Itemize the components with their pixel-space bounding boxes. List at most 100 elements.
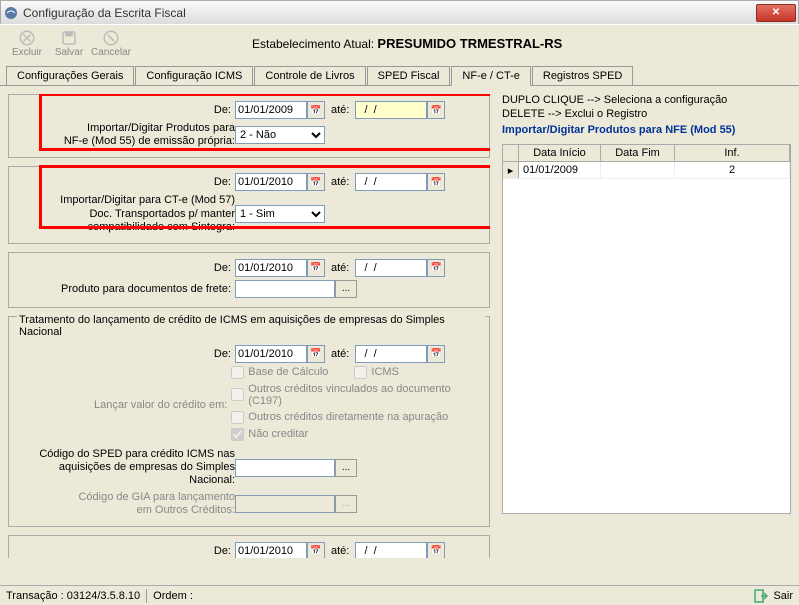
cb-icms-label: ICMS bbox=[371, 366, 399, 378]
section-credito-presumido: De: 📅 até: 📅 Usar crédito presumido de 7… bbox=[8, 535, 490, 558]
exit-icon bbox=[753, 588, 769, 604]
ate-label-1: até: bbox=[325, 104, 355, 116]
cb-nao-creditar-label: Não creditar bbox=[248, 428, 308, 440]
establishment-value: PRESUMIDO TRMESTRAL-RS bbox=[377, 36, 562, 51]
cb-base-calculo bbox=[231, 366, 244, 379]
statusbar: Transação : 03124/3.5.8.10 Ordem : Sair bbox=[0, 585, 799, 605]
hint-delete: DELETE --> Exclui o Registro bbox=[502, 108, 791, 120]
salvar-label: Salvar bbox=[55, 47, 83, 58]
left-panel: De: 📅 até: 📅 Importar/Digitar Produtos p… bbox=[8, 94, 490, 558]
ate-input-5[interactable] bbox=[355, 542, 427, 558]
calendar-icon[interactable]: 📅 bbox=[307, 345, 325, 363]
section-cte: De: 📅 até: 📅 Importar/Digitar para CT-e … bbox=[8, 166, 490, 244]
de-input-3[interactable] bbox=[235, 259, 307, 277]
tab-content: De: 📅 até: 📅 Importar/Digitar Produtos p… bbox=[0, 86, 799, 566]
sair-button[interactable]: Sair bbox=[753, 588, 793, 604]
window-title: Configuração da Escrita Fiscal bbox=[23, 6, 186, 20]
ate-input-3[interactable] bbox=[355, 259, 427, 277]
titlebar: Configuração da Escrita Fiscal ✕ bbox=[0, 0, 799, 24]
delete-icon bbox=[18, 29, 36, 47]
section2-select[interactable]: 1 - Sim bbox=[235, 205, 325, 223]
ate-input-2[interactable] bbox=[355, 173, 427, 191]
codigo-gia-input bbox=[235, 495, 335, 513]
ate-input-4[interactable] bbox=[355, 345, 427, 363]
de-label-3: De: bbox=[15, 262, 235, 274]
tab-controle-livros[interactable]: Controle de Livros bbox=[254, 66, 365, 85]
excluir-button[interactable]: Excluir bbox=[6, 29, 48, 58]
de-label-5: De: bbox=[15, 545, 235, 557]
tab-registros-sped[interactable]: Registros SPED bbox=[532, 66, 633, 85]
cb-base-calculo-label: Base de Cálculo bbox=[248, 366, 328, 378]
lancar-valor-label: Lançar valor do crédito em: bbox=[15, 399, 231, 411]
section-nfe-produtos: De: 📅 até: 📅 Importar/Digitar Produtos p… bbox=[8, 94, 490, 158]
de-label-2: De: bbox=[15, 176, 235, 188]
transacao-label: Transação : bbox=[6, 590, 64, 602]
cb-outros-apur bbox=[231, 411, 244, 424]
browse-button[interactable]: ... bbox=[335, 280, 357, 298]
cancelar-label: Cancelar bbox=[91, 47, 131, 58]
tab-sped-fiscal[interactable]: SPED Fiscal bbox=[367, 66, 451, 85]
cancel-icon bbox=[102, 29, 120, 47]
close-button[interactable]: ✕ bbox=[756, 4, 796, 22]
calendar-icon[interactable]: 📅 bbox=[427, 101, 445, 119]
grid-header-indicator bbox=[503, 145, 519, 161]
grid-header-data-inicio[interactable]: Data Início bbox=[519, 145, 601, 161]
cb-icms bbox=[354, 366, 367, 379]
codigo-sped-input[interactable] bbox=[235, 459, 335, 477]
ate-label-5: até: bbox=[325, 545, 355, 557]
ate-label-2: até: bbox=[325, 176, 355, 188]
excluir-label: Excluir bbox=[12, 47, 42, 58]
transacao-value: 03124/3.5.8.10 bbox=[67, 590, 140, 602]
section2-label: Importar/Digitar para CT-e (Mod 57)Doc. … bbox=[15, 194, 235, 234]
salvar-button[interactable]: Salvar bbox=[48, 29, 90, 58]
browse-button[interactable]: ... bbox=[335, 459, 357, 477]
calendar-icon[interactable]: 📅 bbox=[427, 345, 445, 363]
calendar-icon[interactable]: 📅 bbox=[427, 542, 445, 558]
de-label-1: De: bbox=[15, 104, 235, 116]
de-input-4[interactable] bbox=[235, 345, 307, 363]
codigo-gia-label: Código de GIA para lançamentoem Outros C… bbox=[15, 491, 235, 517]
de-input-1[interactable] bbox=[235, 101, 307, 119]
grid-header-data-fim[interactable]: Data Fim bbox=[601, 145, 675, 161]
calendar-icon[interactable]: 📅 bbox=[427, 259, 445, 277]
cb-outros-apur-label: Outros créditos diretamente na apuração bbox=[248, 411, 448, 423]
calendar-icon[interactable]: 📅 bbox=[307, 173, 325, 191]
calendar-icon[interactable]: 📅 bbox=[307, 542, 325, 558]
tab-config-gerais[interactable]: Configurações Gerais bbox=[6, 66, 134, 85]
tab-config-icms[interactable]: Configuração ICMS bbox=[135, 66, 253, 85]
cb-outros-doc bbox=[231, 388, 244, 401]
grid-cell-inf: 2 bbox=[675, 162, 790, 178]
calendar-icon[interactable]: 📅 bbox=[427, 173, 445, 191]
cb-outros-doc-label: Outros créditos vinculados ao documento … bbox=[248, 383, 483, 407]
codigo-sped-label: Código do SPED para crédito ICMS nasaqui… bbox=[15, 448, 235, 488]
toolbar: Excluir Salvar Cancelar Estabelecimento … bbox=[0, 24, 799, 62]
de-input-2[interactable] bbox=[235, 173, 307, 191]
ate-label-4: até: bbox=[325, 348, 355, 360]
grid-header-inf[interactable]: Inf. bbox=[675, 145, 790, 161]
section1-select[interactable]: 2 - Não bbox=[235, 126, 325, 144]
tab-strip: Configurações Gerais Configuração ICMS C… bbox=[0, 66, 799, 86]
ate-input-1[interactable] bbox=[355, 101, 427, 119]
calendar-icon[interactable]: 📅 bbox=[307, 101, 325, 119]
establishment-display: Estabelecimento Atual: PRESUMIDO TRMESTR… bbox=[252, 36, 562, 51]
fieldset-title: Tratamento do lançamento de crédito de I… bbox=[17, 314, 485, 338]
grid-cell-data-inicio: 01/01/2009 bbox=[519, 162, 601, 178]
right-panel: DUPLO CLIQUE --> Seleciona a configuraçã… bbox=[502, 94, 791, 558]
grid-header: Data Início Data Fim Inf. bbox=[503, 145, 790, 162]
section1-label: Importar/Digitar Produtos paraNF-e (Mod … bbox=[15, 122, 235, 148]
hint-duplo-clique: DUPLO CLIQUE --> Seleciona a configuraçã… bbox=[502, 94, 791, 106]
de-label-4: De: bbox=[15, 348, 235, 360]
grid-cell-data-fim bbox=[601, 162, 675, 178]
ate-label-3: até: bbox=[325, 262, 355, 274]
produto-frete-label: Produto para documentos de frete: bbox=[15, 283, 235, 295]
app-icon bbox=[3, 5, 19, 21]
browse-button: ... bbox=[335, 495, 357, 513]
cancelar-button[interactable]: Cancelar bbox=[90, 29, 132, 58]
section-frete: De: 📅 até: 📅 Produto para documentos de … bbox=[8, 252, 490, 308]
tab-nfe-cte[interactable]: NF-e / CT-e bbox=[451, 66, 530, 86]
calendar-icon[interactable]: 📅 bbox=[307, 259, 325, 277]
de-input-5[interactable] bbox=[235, 542, 307, 558]
config-grid[interactable]: Data Início Data Fim Inf. ▸ 01/01/2009 2 bbox=[502, 144, 791, 514]
produto-frete-input[interactable] bbox=[235, 280, 335, 298]
grid-row[interactable]: ▸ 01/01/2009 2 bbox=[503, 162, 790, 179]
